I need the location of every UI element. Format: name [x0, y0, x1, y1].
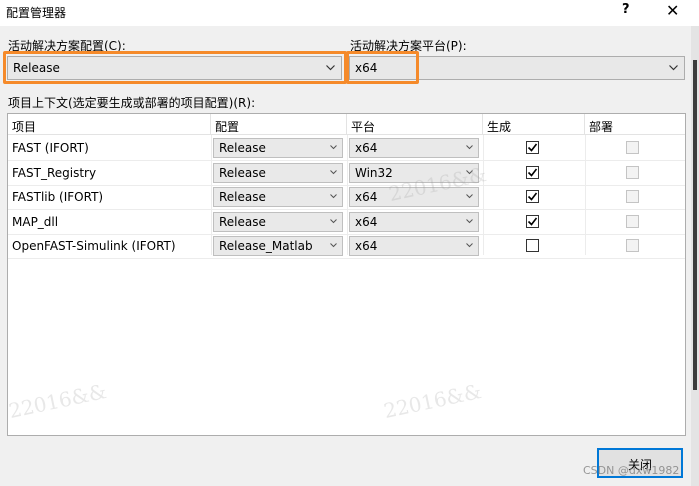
- table-row[interactable]: OpenFAST-Simulink (IFORT) Release_Matlab…: [8, 234, 685, 258]
- table-row[interactable]: FAST (IFORT) Release x64: [8, 136, 685, 160]
- close-window-icon[interactable]: ✕: [666, 1, 679, 20]
- project-name: OpenFAST-Simulink (IFORT): [12, 239, 176, 253]
- active-platform-highlight: [346, 51, 419, 84]
- project-context-grid: 项目 配置 平台 生成 部署 FAST (IFORT) Release x64 …: [7, 113, 686, 436]
- help-button[interactable]: ?: [622, 2, 630, 17]
- config-value: Release: [219, 190, 266, 204]
- chevron-down-icon: [330, 194, 337, 199]
- deploy-checkbox: [626, 239, 639, 252]
- chevron-down-icon: [330, 170, 337, 175]
- active-config-highlight: [3, 51, 347, 84]
- build-checkbox[interactable]: [526, 239, 539, 252]
- column-header-config[interactable]: 配置: [211, 114, 347, 135]
- source-credit: CSDN @dxw1982: [583, 464, 680, 477]
- config-dropdown[interactable]: Release: [213, 138, 343, 158]
- column-header-platform[interactable]: 平台: [347, 114, 483, 135]
- project-name: MAP_dll: [12, 215, 59, 229]
- column-header-project[interactable]: 项目: [8, 114, 211, 135]
- platform-dropdown[interactable]: x64: [349, 212, 479, 232]
- project-name: FAST (IFORT): [12, 141, 89, 155]
- config-value: Release_Matlab: [219, 239, 313, 253]
- checkmark-icon: [527, 192, 538, 201]
- platform-dropdown[interactable]: x64: [349, 138, 479, 158]
- build-checkbox[interactable]: [526, 215, 539, 228]
- deploy-checkbox: [626, 166, 639, 179]
- platform-value: x64: [355, 141, 378, 155]
- watermark: 22016&&: [6, 378, 109, 424]
- config-dropdown[interactable]: Release: [213, 187, 343, 207]
- chevron-down-icon: [466, 145, 473, 150]
- chevron-down-icon: [466, 219, 473, 224]
- deploy-checkbox: [626, 190, 639, 203]
- chevron-down-icon: [330, 145, 337, 150]
- chevron-down-icon: [466, 243, 473, 248]
- background-scrollbar-thumb: [693, 60, 697, 390]
- platform-value: x64: [355, 239, 378, 253]
- project-name: FAST_Registry: [12, 166, 97, 180]
- chevron-down-icon: [466, 194, 473, 199]
- checkmark-icon: [527, 168, 538, 177]
- title-bar: 配置管理器 ? ✕: [0, 0, 699, 26]
- deploy-checkbox: [626, 215, 639, 228]
- chevron-down-icon: [330, 219, 337, 224]
- platform-value: x64: [355, 215, 378, 229]
- chevron-down-icon: [669, 65, 678, 71]
- checkmark-icon: [527, 143, 538, 152]
- platform-dropdown[interactable]: x64: [349, 236, 479, 256]
- table-row[interactable]: FASTlib (IFORT) Release x64: [8, 185, 685, 209]
- platform-value: Win32: [355, 166, 393, 180]
- platform-value: x64: [355, 190, 378, 204]
- chevron-down-icon: [330, 243, 337, 248]
- column-header-deploy[interactable]: 部署: [585, 114, 685, 135]
- config-dropdown[interactable]: Release_Matlab: [213, 236, 343, 256]
- build-checkbox[interactable]: [526, 141, 539, 154]
- build-checkbox[interactable]: [526, 166, 539, 179]
- column-header-build[interactable]: 生成: [483, 114, 585, 135]
- table-row[interactable]: FAST_Registry Release Win32: [8, 161, 685, 185]
- deploy-checkbox: [626, 141, 639, 154]
- window-title: 配置管理器: [6, 6, 67, 20]
- checkmark-icon: [527, 217, 538, 226]
- project-name: FASTlib (IFORT): [12, 190, 104, 204]
- config-value: Release: [219, 141, 266, 155]
- watermark: 22016&&: [381, 378, 484, 424]
- project-context-label: 项目上下文(选定要生成或部署的项目配置)(R):: [8, 96, 256, 110]
- config-value: Release: [219, 166, 266, 180]
- config-dropdown[interactable]: Release: [213, 163, 343, 183]
- config-dropdown[interactable]: Release: [213, 212, 343, 232]
- table-row[interactable]: MAP_dll Release x64: [8, 210, 685, 234]
- build-checkbox[interactable]: [526, 190, 539, 203]
- config-value: Release: [219, 215, 266, 229]
